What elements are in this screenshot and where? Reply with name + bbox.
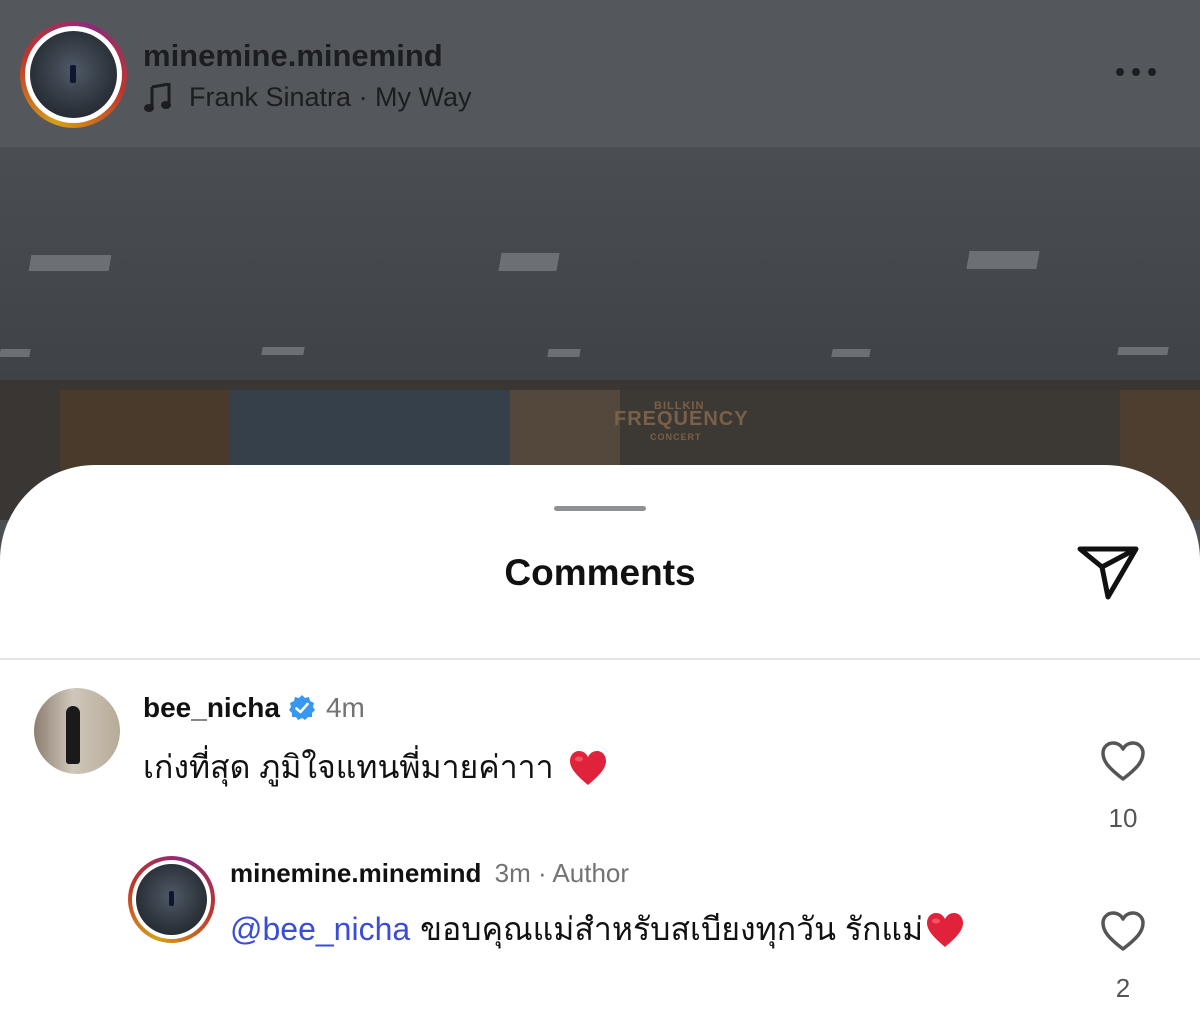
reply-username[interactable]: minemine.minemind 3m · Author xyxy=(230,858,629,889)
avatar[interactable] xyxy=(128,856,215,943)
banner-subtitle: FREQUENCY xyxy=(614,408,749,430)
sheet-drag-handle[interactable] xyxy=(554,506,646,511)
comment-username-text: bee_nicha xyxy=(143,692,280,723)
comment-text-body: เก่งที่สุด ภูมิใจแทนพี่มายค่าาา xyxy=(143,749,554,785)
comment-text: เก่งที่สุด ภูมิใจแทนพี่มายค่าาา xyxy=(143,742,608,793)
song-label: Frank Sinatra · My Way xyxy=(189,82,472,112)
story-avatar[interactable] xyxy=(20,21,127,128)
red-heart-emoji xyxy=(927,912,964,947)
reply-text-body: ขอบคุณแม่สำหรับสเบียงทุกวัน รักแม่ xyxy=(420,911,924,947)
reply-username-text: minemine.minemind xyxy=(230,858,482,888)
sheet-divider xyxy=(0,658,1200,660)
comment-username[interactable]: bee_nicha 4m xyxy=(143,692,365,724)
mention-link[interactable]: @bee_nicha xyxy=(230,911,410,948)
paper-plane-icon[interactable] xyxy=(1076,543,1140,603)
like-count: 2 xyxy=(1115,973,1131,1003)
post-username[interactable]: minemine.minemind xyxy=(143,38,443,74)
comment-time: 4m xyxy=(325,692,365,723)
like-count: 10 xyxy=(1108,803,1138,833)
reply-text: @bee_nicha ขอบคุณแม่สำหรับสเบียงทุกวัน ร… xyxy=(230,904,965,955)
banner-small: CONCERT xyxy=(650,432,702,442)
post-song[interactable]: Frank Sinatra · My Way xyxy=(143,82,472,113)
reply-time: 3m · Author xyxy=(494,858,630,888)
avatar[interactable] xyxy=(34,688,120,774)
post-image xyxy=(0,147,1200,380)
red-heart-emoji xyxy=(569,750,606,785)
heart-outline-icon[interactable] xyxy=(1100,910,1146,952)
more-horizontal-icon[interactable] xyxy=(1116,68,1156,76)
heart-outline-icon[interactable] xyxy=(1100,740,1146,782)
verified-badge-icon xyxy=(288,695,315,720)
music-note-icon xyxy=(144,82,171,112)
post-header: minemine.minemind Frank Sinatra · My Way xyxy=(0,0,1200,147)
sheet-title: Comments xyxy=(504,552,696,593)
